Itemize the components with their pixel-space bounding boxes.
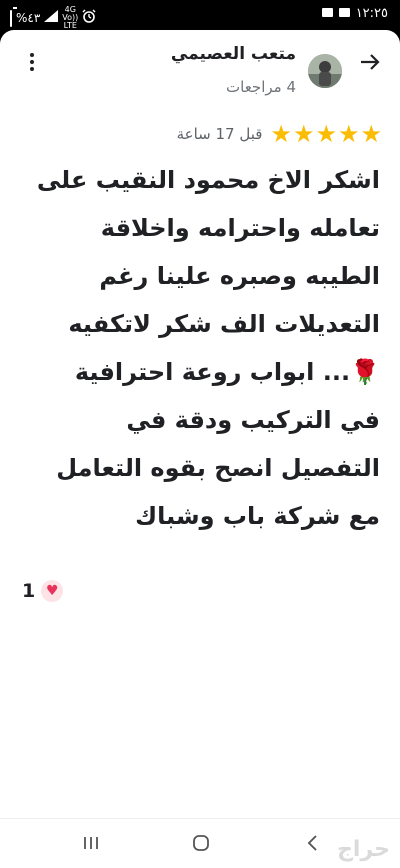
more-dot-icon — [30, 60, 34, 64]
star-icon: ★ — [337, 120, 360, 148]
home-icon[interactable] — [186, 831, 216, 855]
star-icon: ★ — [270, 120, 292, 148]
image-notification-icon — [321, 6, 333, 21]
review-time: قبل 17 ساعة — [176, 125, 263, 143]
review-card: متعب العصيمي 4 مراجعات ★ ★ ★ ★ ★ قبل 17 … — [0, 30, 400, 818]
star-icon: ★ — [292, 120, 315, 148]
avatar[interactable] — [308, 54, 342, 88]
network-icon: 4G Vo)) LTE — [62, 6, 78, 30]
navigation-bar: حراج — [0, 818, 400, 868]
alarm-icon — [82, 9, 96, 27]
review-text: اشكر الاخ محمود النقيب على تعامله واحترا… — [36, 166, 380, 530]
star-icon: ★ — [315, 120, 337, 148]
status-time: ١٢:٢٥ — [355, 6, 388, 21]
message-notification-icon — [338, 6, 350, 21]
more-dot-icon — [30, 53, 34, 57]
back-arrow-icon[interactable] — [358, 50, 382, 74]
reviewer-name[interactable]: متعب العصيمي — [171, 44, 296, 64]
heart-icon: ♥ — [41, 580, 64, 602]
signal-icon — [44, 10, 59, 26]
back-nav-icon[interactable] — [298, 831, 328, 855]
review-count: 4 مراجعات — [226, 78, 296, 96]
watermark-logo: حراج — [337, 837, 390, 862]
more-options-button[interactable] — [22, 50, 42, 74]
star-rating: ★ ★ ★ ★ ★ — [270, 122, 382, 146]
status-bar: %٤٣ 4G Vo)) LTE ١٢:٢٥ — [0, 0, 400, 30]
status-left-group: %٤٣ 4G Vo)) LTE — [10, 6, 96, 30]
status-right-group: ١٢:٢٥ — [321, 6, 388, 21]
like-reaction[interactable]: 1 ♥ — [22, 580, 64, 602]
rating-row: ★ ★ ★ ★ ★ قبل 17 ساعة — [177, 122, 382, 146]
like-count: 1 — [22, 580, 36, 602]
star-icon: ★ — [360, 120, 382, 148]
network-type-bottom: LTE — [63, 21, 77, 30]
more-dot-icon — [30, 67, 34, 71]
battery-percent: %٤٣ — [16, 11, 41, 25]
recent-apps-icon[interactable] — [76, 831, 106, 855]
battery-icon — [10, 9, 12, 27]
